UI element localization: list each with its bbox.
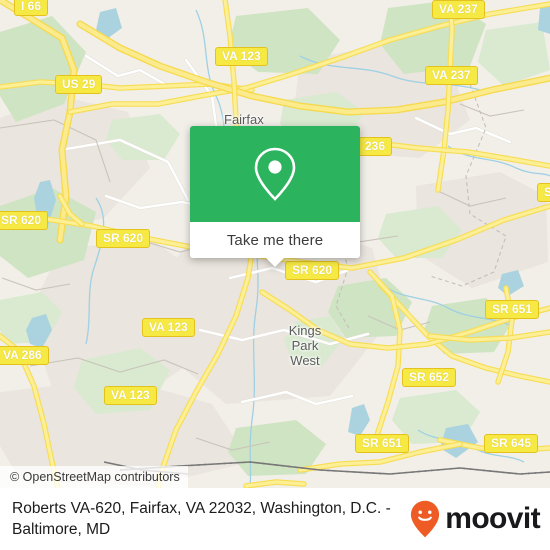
popup-header: [190, 126, 360, 222]
road-shield-edge-right: S: [537, 183, 550, 202]
map-viewport[interactable]: .land{fill:#f2efe9;} .green{fill:#d9ead0…: [0, 0, 550, 488]
road-shield-va-237-lower: VA 237: [425, 66, 478, 85]
road-shield-us-29: US 29: [55, 75, 103, 94]
footer-bar: Roberts VA-620, Fairfax, VA 22032, Washi…: [0, 488, 550, 550]
road-shield-sr-620-right: SR 620: [285, 261, 340, 280]
moovit-smiley-pin-icon: [411, 500, 440, 538]
place-label-fairfax: Fairfax: [224, 112, 264, 127]
road-shield-sr-651-lower: SR 651: [355, 434, 410, 453]
road-shield-sr-651-upper: SR 651: [485, 300, 540, 319]
moovit-map-screenshot: .land{fill:#f2efe9;} .green{fill:#d9ead0…: [0, 0, 550, 550]
place-label-kings-park-west: Kings Park West: [288, 323, 322, 368]
road-shield-sr-620-mid: SR 620: [96, 229, 151, 248]
road-shield-va-123-mid: VA 123: [142, 318, 195, 337]
location-popup[interactable]: Take me there: [190, 126, 360, 267]
road-shield-va-286: VA 286: [0, 346, 49, 365]
road-shield-sr-645: SR 645: [484, 434, 539, 453]
take-me-there-label: Take me there: [226, 231, 324, 249]
road-shield-va-123-south: VA 123: [104, 386, 157, 405]
take-me-there-button[interactable]: Take me there: [190, 222, 360, 267]
road-shield-236: 236: [358, 137, 393, 156]
map-pin-icon: [254, 147, 296, 201]
road-shield-sr-652: SR 652: [402, 368, 457, 387]
road-shield-i-66: I 66: [14, 0, 49, 16]
moovit-logo[interactable]: moovit: [410, 500, 541, 538]
road-shield-va-237-top: VA 237: [432, 0, 485, 19]
road-shield-va-123-north: VA 123: [215, 47, 268, 66]
moovit-wordmark: moovit: [445, 502, 540, 535]
attribution-text: © OpenStreetMap contributors: [10, 470, 180, 484]
map-attribution[interactable]: © OpenStreetMap contributors: [0, 466, 188, 488]
road-shield-sr-620-left: SR 620: [0, 211, 49, 230]
popup-pointer: [266, 258, 284, 267]
location-title: Roberts VA-620, Fairfax, VA 22032, Washi…: [12, 499, 391, 538]
